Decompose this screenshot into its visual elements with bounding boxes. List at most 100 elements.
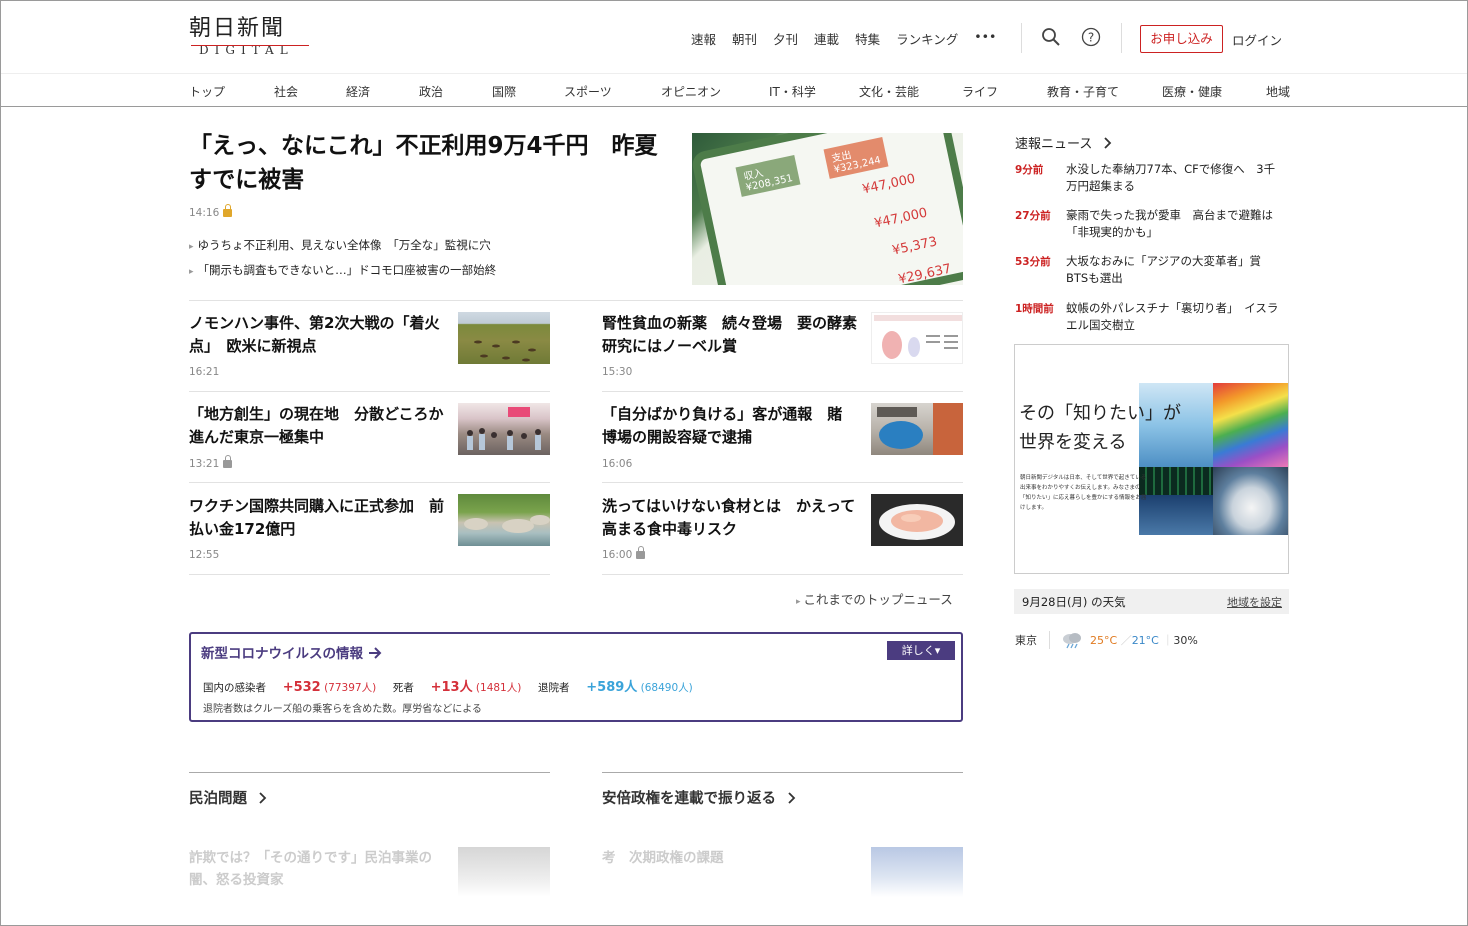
premium-lock-icon — [223, 455, 233, 468]
nav-item-sports[interactable]: スポーツ — [564, 83, 612, 100]
more-menu-button[interactable]: ••• — [974, 29, 996, 48]
top-link-ranking[interactable]: ランキング — [896, 29, 958, 48]
top-link-rensai[interactable]: 連載 — [814, 29, 839, 48]
deaths-label: 死者 — [392, 682, 414, 694]
article-headline[interactable]: 「地方創生」の現在地 分散どころか進んだ東京一極集中 — [189, 403, 444, 449]
lead-image[interactable]: 収入 ¥208,351 支出 ¥323,244 ¥47,000 ¥47,000 … — [692, 133, 963, 285]
divider — [189, 300, 963, 301]
top-links: 速報 朝刊 夕刊 連載 特集 ランキング ••• — [691, 29, 996, 48]
weather-divider — [1048, 631, 1050, 649]
nav-item-life[interactable]: ライフ — [962, 83, 998, 100]
corona-stats: 国内の感染者 +532 (77397人) 死者 +13人 (1481人) 退院者… — [203, 676, 693, 695]
related-link[interactable]: 「開示も調査もできないと…」ドコモ口座被害の一部始終 — [189, 262, 497, 278]
divider — [189, 482, 550, 483]
article-headline[interactable]: 考 次期政権の課題 — [602, 847, 860, 869]
article-headline[interactable]: 「自分ばかり負ける」客が通報 賭博場の開設容疑で逮捕 — [602, 403, 857, 449]
divider — [189, 574, 550, 575]
article-headline[interactable]: ワクチン国際共同購入に正式参加 前払い金172億円 — [189, 495, 444, 541]
corona-title-text: 新型コロナウイルスの情報 — [201, 646, 363, 662]
article-thumbnail[interactable] — [458, 403, 550, 455]
arrow-right-icon — [368, 647, 382, 659]
article-headline[interactable]: ノモンハン事件、第2次大戦の「着火点」 欧米に新視点 — [189, 312, 444, 358]
article-headline[interactable]: 洗ってはいけない食材とは かえって高まる食中毒リスク — [602, 495, 857, 541]
promo-banner[interactable]: その「知りたい」が 世界を変える 朝日新聞デジタルは日本、そして世界で起きている… — [1014, 344, 1289, 574]
corona-details-button[interactable]: 詳しく▾ — [887, 641, 955, 660]
lead-headline[interactable]: 「えっ、なにこれ」不正利用9万4千円 昨夏すでに被害 — [189, 129, 679, 197]
svg-text:?: ? — [1088, 31, 1094, 45]
article-thumbnail[interactable] — [871, 847, 963, 897]
breaking-item[interactable]: 豪雨で失った我が愛車 高台まで避難は「非現実的かも」 — [1066, 207, 1281, 241]
nav-item-economy[interactable]: 経済 — [346, 83, 370, 100]
weather-high: 25°C — [1090, 634, 1118, 647]
lead-timestamp: 14:16 — [189, 204, 233, 219]
deaths-total: (1481人) — [475, 682, 522, 694]
infected-new: +532 — [282, 680, 321, 695]
breaking-news-heading[interactable]: 速報ニュース — [1015, 133, 1113, 152]
nav-item-society[interactable]: 社会 — [274, 83, 298, 100]
nav-item-education[interactable]: 教育・子育て — [1047, 83, 1119, 100]
divider — [602, 391, 963, 392]
nav-item-top[interactable]: トップ — [189, 83, 225, 100]
divider — [602, 772, 963, 773]
nav-item-politics[interactable]: 政治 — [419, 83, 443, 100]
breaking-news-title: 速報ニュース — [1015, 137, 1093, 152]
signup-button[interactable]: お申し込み — [1140, 25, 1223, 53]
section-heading-abe[interactable]: 安倍政権を連載で振り返る — [602, 787, 797, 808]
weather-row: 東京 25°C ／21°C ｜30% — [1015, 631, 1198, 649]
section-heading-minpaku[interactable]: 民泊問題 — [189, 787, 268, 808]
breaking-item[interactable]: 大坂なおみに「アジアの大変革者」賞 BTSも選出 — [1066, 253, 1281, 287]
set-region-link[interactable]: 地域を設定 — [1227, 594, 1282, 610]
related-link[interactable]: ゆうちょ不正利用、見えない全体像 「万全な」監視に穴 — [189, 237, 491, 253]
article-thumbnail[interactable] — [871, 494, 963, 546]
breaking-item[interactable]: 水没した奉納刀77本、CFで修復へ 3千万円超集まる — [1066, 161, 1281, 195]
weather-city: 東京 — [1015, 634, 1037, 647]
divider — [602, 482, 963, 483]
divider — [189, 391, 550, 392]
article-headline[interactable]: 腎性貧血の新薬 続々登場 要の酵素研究にはノーベル賞 — [602, 312, 857, 358]
top-link-tokushu[interactable]: 特集 — [855, 29, 880, 48]
stadium-photo — [1213, 467, 1288, 535]
section-heading-text: 安倍政権を連載で振り返る — [602, 791, 776, 807]
promo-headline: その「知りたい」が 世界を変える — [1019, 399, 1181, 457]
article-thumbnail[interactable] — [871, 312, 963, 364]
discharged-total: (68490人) — [640, 682, 693, 694]
weather-rain-chance: 30% — [1173, 634, 1198, 647]
article-time-text: 13:21 — [189, 458, 220, 470]
breaking-time: 53分前 — [1015, 256, 1051, 268]
nav-item-international[interactable]: 国際 — [492, 83, 516, 100]
infected-total: (77397人) — [324, 682, 377, 694]
logo-main-text: 朝日新聞 — [189, 16, 286, 41]
discharged-label: 退院者 — [538, 682, 570, 694]
top-link-choukan[interactable]: 朝刊 — [732, 29, 757, 48]
article-time: 12:55 — [189, 549, 220, 561]
breaking-time: 27分前 — [1015, 210, 1051, 222]
premium-lock-icon — [636, 546, 646, 559]
login-link[interactable]: ログイン — [1232, 30, 1282, 49]
section-nav: トップ 社会 経済 政治 国際 スポーツ オピニオン IT・科学 文化・芸能 ラ… — [1, 73, 1467, 107]
chevron-right-icon — [788, 792, 796, 804]
deaths-new: +13人 — [430, 680, 473, 695]
site-logo[interactable]: 朝日新聞 DIGITAL — [189, 15, 311, 61]
nav-item-region[interactable]: 地域 — [1266, 83, 1290, 100]
nav-item-culture[interactable]: 文化・芸能 — [859, 83, 919, 100]
nav-item-health[interactable]: 医療・健康 — [1162, 83, 1222, 100]
premium-lock-icon — [223, 204, 233, 217]
article-thumbnail[interactable] — [458, 847, 550, 897]
more-top-news-link[interactable]: これまでのトップニュース — [796, 589, 952, 608]
top-link-yuukan[interactable]: 夕刊 — [773, 29, 798, 48]
article-headline[interactable]: 詐欺では？「その通りです」民泊事業の闇、怒る投資家 — [189, 847, 447, 891]
nav-item-opinion[interactable]: オピニオン — [661, 83, 721, 100]
article-thumbnail[interactable] — [871, 403, 963, 455]
promo-body: 朝日新聞デジタルは日本、そして世界で起きている出来事をわかりやすくお伝えします。… — [1020, 475, 1147, 511]
corona-info-box: 新型コロナウイルスの情報 詳しく▾ 国内の感染者 +532 (77397人) 死… — [189, 632, 963, 722]
article-thumbnail[interactable] — [458, 494, 550, 546]
infected-label: 国内の感染者 — [203, 682, 266, 694]
breaking-item[interactable]: 蚊帳の外パレスチナ「裏切り者」 イスラエル国交樹立 — [1066, 300, 1281, 334]
corona-title[interactable]: 新型コロナウイルスの情報 — [201, 642, 382, 662]
help-icon[interactable]: ? — [1081, 27, 1101, 47]
top-link-sokuhou[interactable]: 速報 — [691, 29, 716, 48]
search-icon[interactable] — [1041, 27, 1061, 47]
nav-item-it-science[interactable]: IT・科学 — [769, 83, 816, 100]
article-thumbnail[interactable] — [458, 312, 550, 364]
cloud-rain-icon — [1063, 633, 1081, 649]
